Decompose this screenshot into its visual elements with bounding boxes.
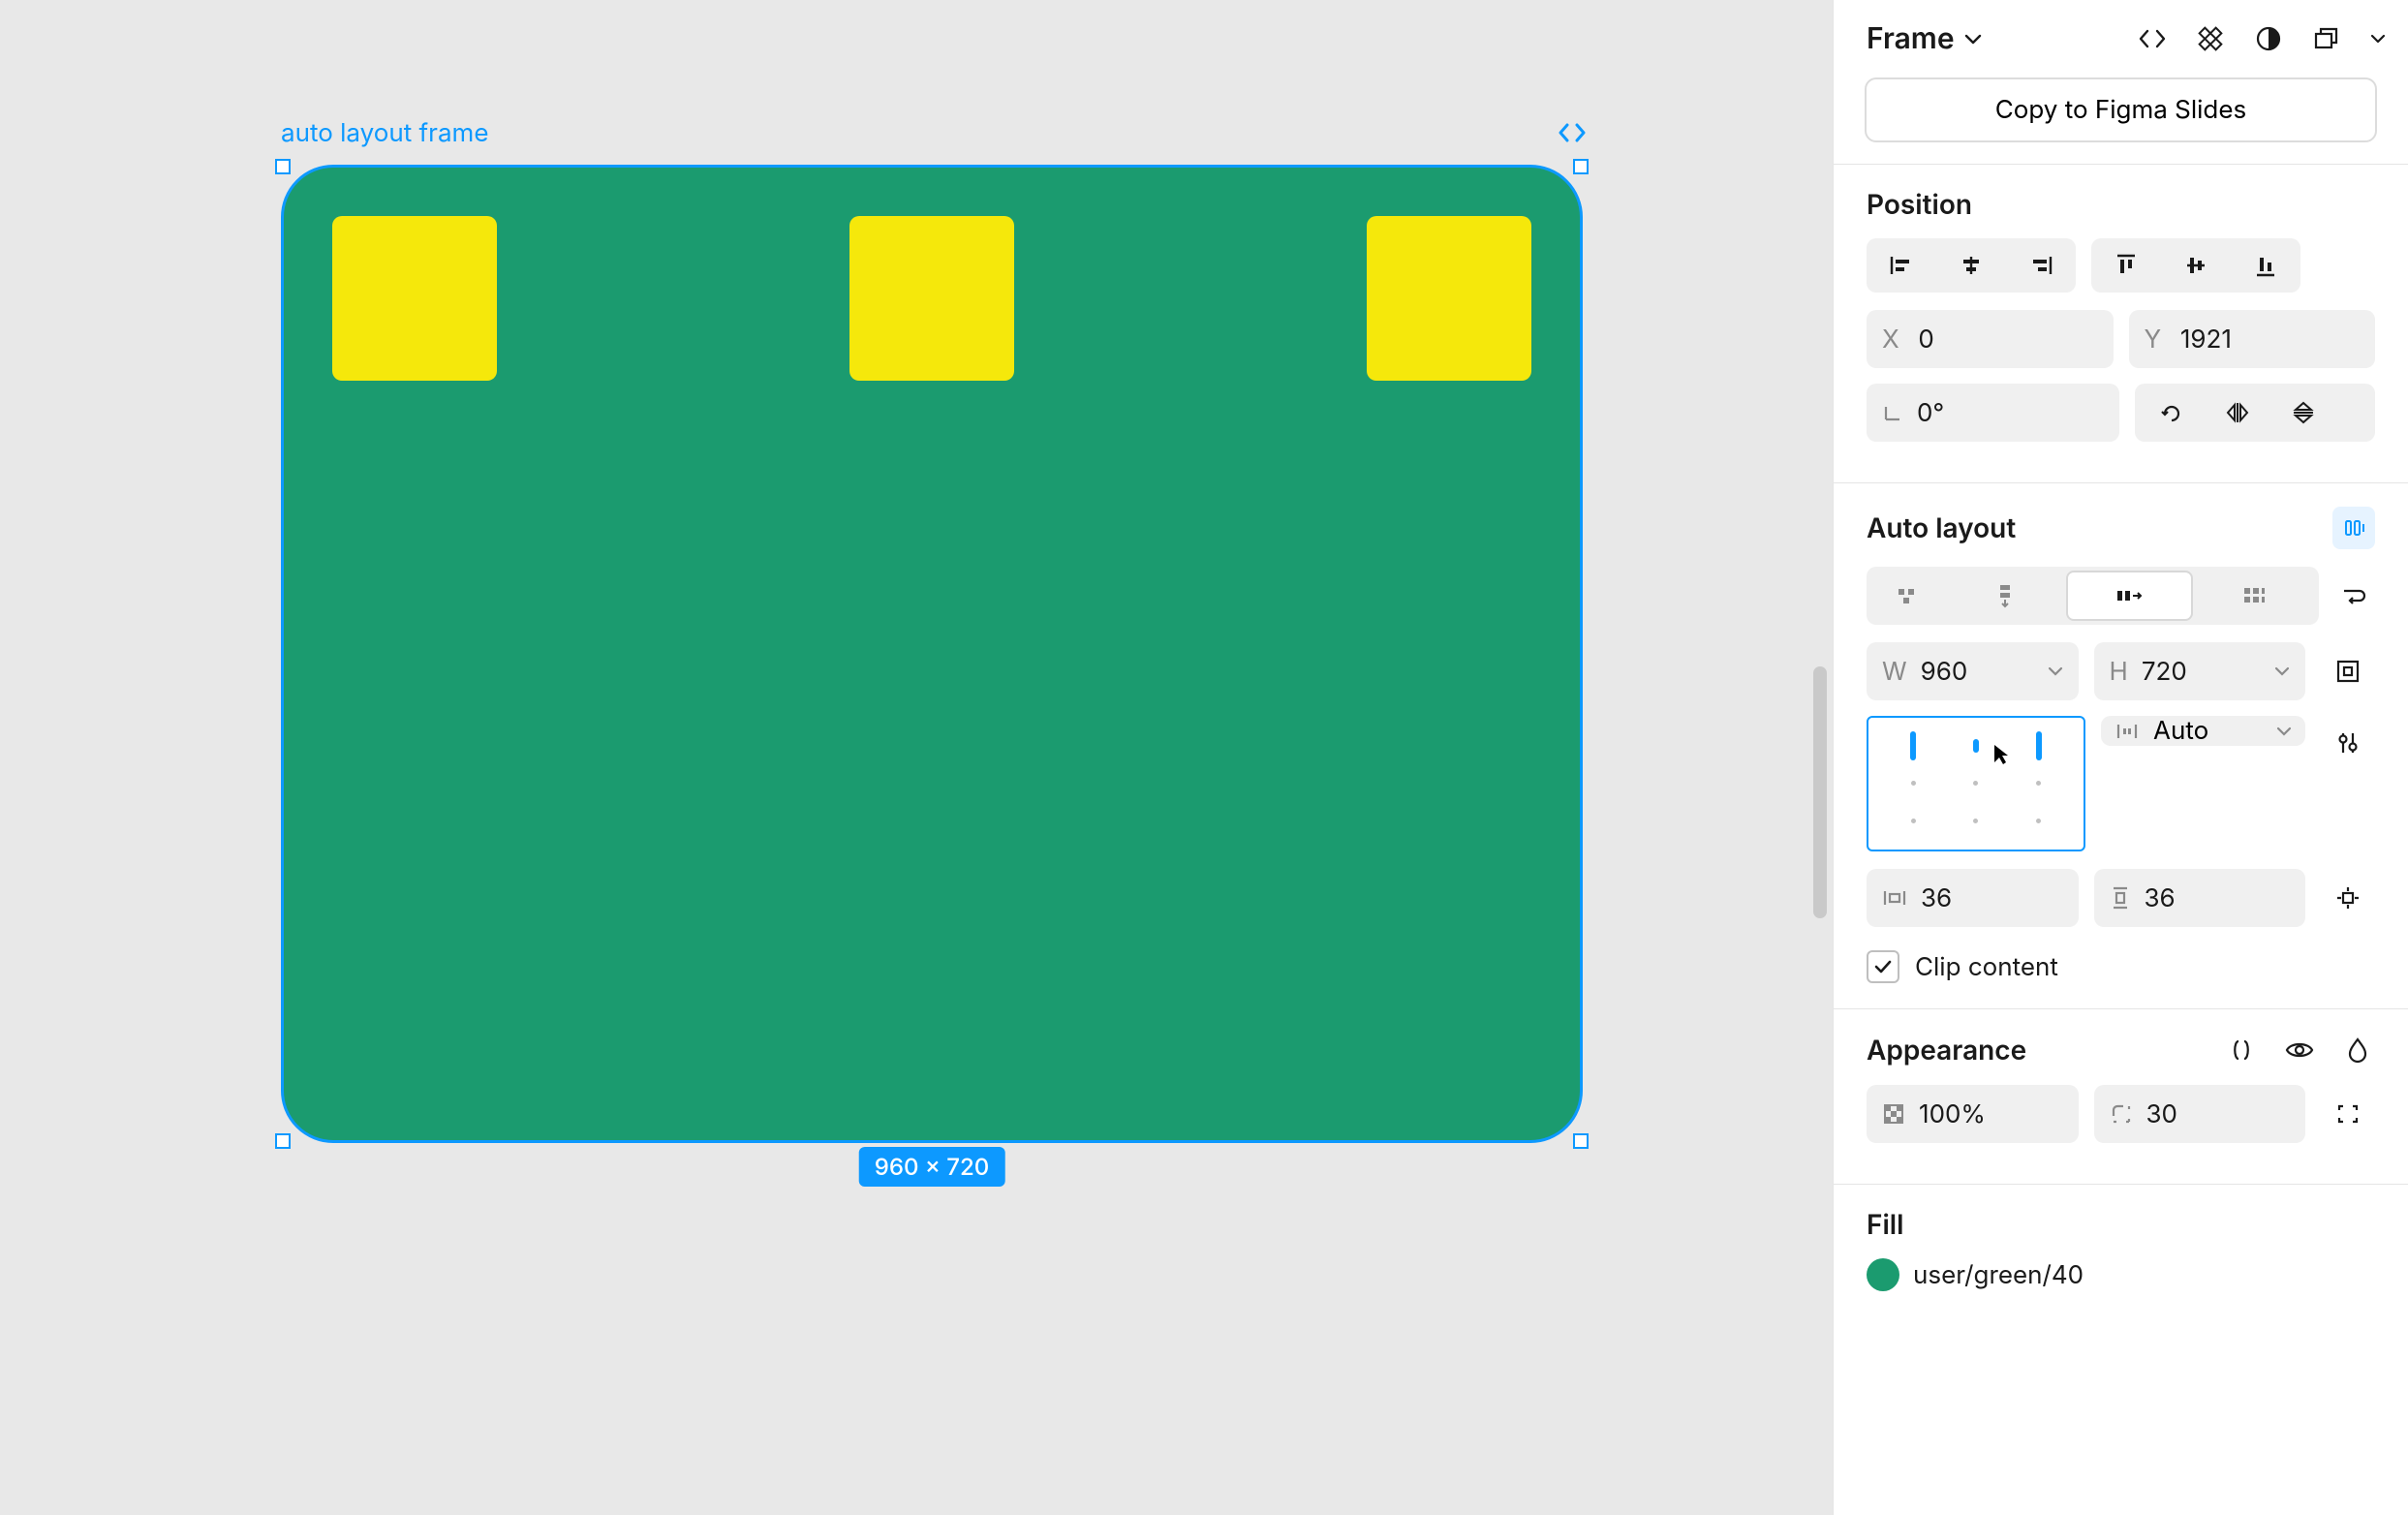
copy-to-figma-slides-button[interactable]: Copy to Figma Slides — [1865, 77, 2377, 142]
direction-horizontal-option[interactable] — [2066, 571, 2192, 621]
individual-corners-button[interactable] — [2321, 1087, 2375, 1141]
width-input[interactable] — [1921, 657, 2034, 687]
resize-handle-bottom-right[interactable] — [1573, 1133, 1589, 1149]
frame-wrapper: auto layout frame 960 × 720 — [281, 165, 1583, 1143]
opacity-icon — [1882, 1102, 1905, 1126]
angle-icon — [1882, 402, 1903, 423]
direction-vertical-option[interactable] — [1944, 571, 2066, 621]
rotation-input[interactable] — [1917, 398, 2104, 428]
align-hcenter-button[interactable] — [1936, 238, 2006, 293]
frame-label[interactable]: auto layout frame — [281, 118, 488, 148]
rotation-field[interactable] — [1867, 384, 2119, 442]
resize-handle-bottom-left[interactable] — [275, 1133, 291, 1149]
chevron-down-icon — [1964, 33, 1982, 45]
vertical-padding-input[interactable] — [2145, 883, 2291, 913]
alignment-grid[interactable] — [1867, 716, 2085, 851]
auto-layout-title: Auto layout — [1867, 511, 2016, 544]
individual-padding-button[interactable] — [2321, 871, 2375, 925]
direction-wrap-option[interactable] — [2193, 571, 2315, 621]
fill-color-row[interactable]: user/green/40 — [1867, 1258, 2375, 1291]
panel-header: Frame — [1834, 0, 2408, 77]
component-icon[interactable] — [2193, 21, 2228, 56]
position-title: Position — [1867, 188, 2375, 221]
clip-content-row[interactable]: Clip content — [1867, 944, 2375, 983]
layout-direction-segmented — [1867, 567, 2319, 625]
chevron-down-icon[interactable] — [2276, 726, 2292, 737]
child-rect-3[interactable] — [1367, 216, 1531, 381]
x-field[interactable]: X — [1867, 310, 2114, 368]
resize-handle-top-left[interactable] — [275, 159, 291, 174]
dev-mode-code-icon[interactable] — [1558, 122, 1587, 143]
corner-radius-icon — [2110, 1102, 2133, 1126]
height-field[interactable]: H — [2094, 642, 2306, 700]
flip-horizontal-button[interactable] — [2210, 386, 2265, 440]
align-vertical-group — [2091, 238, 2300, 293]
flip-vertical-button[interactable] — [2276, 386, 2331, 440]
align-vcenter-button[interactable] — [2161, 238, 2231, 293]
corner-radius-field[interactable] — [2094, 1085, 2306, 1143]
padding-horizontal-icon — [1882, 887, 1907, 909]
canvas-vertical-scrollbar[interactable] — [1813, 666, 1827, 918]
align-top-button[interactable] — [2091, 238, 2161, 293]
contrast-icon[interactable] — [2251, 21, 2286, 56]
variable-icon[interactable] — [2224, 1033, 2259, 1067]
cursor-icon — [1992, 743, 2010, 766]
x-label: X — [1882, 325, 1904, 355]
chevron-down-icon[interactable] — [2367, 21, 2389, 56]
position-section: Position — [1834, 165, 2408, 483]
y-label: Y — [2145, 325, 2167, 355]
fill-section: Fill user/green/40 — [1834, 1185, 2408, 1297]
frame-type-dropdown[interactable]: Frame — [1867, 21, 1982, 56]
x-input[interactable] — [1918, 325, 2097, 355]
auto-layout-section: Auto layout — [1834, 483, 2408, 1009]
corner-radius-input[interactable] — [2146, 1099, 2291, 1129]
y-field[interactable]: Y — [2129, 310, 2376, 368]
direction-none-option[interactable] — [1870, 571, 1944, 621]
canvas-area[interactable]: auto layout frame 960 × 720 — [0, 0, 1833, 1515]
selected-frame[interactable]: 960 × 720 — [281, 165, 1583, 1143]
opacity-field[interactable] — [1867, 1085, 2079, 1143]
child-rect-2[interactable] — [849, 216, 1014, 381]
padding-vertical-icon — [2110, 885, 2131, 911]
dimensions-badge: 960 × 720 — [859, 1147, 1005, 1187]
align-left-button[interactable] — [1867, 238, 1936, 293]
horizontal-padding-input[interactable] — [1921, 883, 2063, 913]
frame-type-label: Frame — [1867, 21, 1955, 56]
blend-icon[interactable] — [2340, 1033, 2375, 1067]
fill-swatch[interactable] — [1867, 1258, 1899, 1291]
appearance-title: Appearance — [1867, 1034, 2026, 1067]
auto-layout-toggle[interactable] — [2332, 507, 2375, 549]
vertical-padding-field[interactable] — [2094, 869, 2306, 927]
height-input[interactable] — [2142, 657, 2261, 687]
appearance-section: Appearance — [1834, 1009, 2408, 1185]
gap-icon — [2115, 721, 2140, 742]
clip-content-label: Clip content — [1915, 952, 2058, 982]
w-label: W — [1882, 657, 1907, 687]
fill-color-name: user/green/40 — [1913, 1260, 2084, 1290]
code-icon[interactable] — [2135, 21, 2170, 56]
resize-to-fit-button[interactable] — [2321, 644, 2375, 698]
align-horizontal-group — [1867, 238, 2076, 293]
child-rect-1[interactable] — [332, 216, 497, 381]
stack-icon[interactable] — [2309, 21, 2344, 56]
align-right-button[interactable] — [2006, 238, 2076, 293]
clip-content-checkbox[interactable] — [1867, 950, 1899, 983]
gap-input[interactable] — [2153, 716, 2263, 746]
auto-layout-advanced-button[interactable] — [2321, 716, 2375, 770]
chevron-down-icon[interactable] — [2048, 665, 2063, 677]
y-input[interactable] — [2180, 325, 2360, 355]
gap-field[interactable] — [2101, 716, 2305, 746]
horizontal-padding-field[interactable] — [1867, 869, 2079, 927]
opacity-input[interactable] — [1919, 1099, 2063, 1129]
layout-wrap-button[interactable] — [2332, 574, 2375, 617]
fill-title: Fill — [1867, 1208, 2375, 1241]
chevron-down-icon[interactable] — [2274, 665, 2290, 677]
properties-panel: Frame Copy to Figma Slides — [1833, 0, 2408, 1515]
resize-handle-top-right[interactable] — [1573, 159, 1589, 174]
rotate-90-button[interactable] — [2145, 386, 2199, 440]
align-bottom-button[interactable] — [2231, 238, 2300, 293]
h-label: H — [2110, 657, 2128, 687]
eye-icon[interactable] — [2282, 1033, 2317, 1067]
width-field[interactable]: W — [1867, 642, 2079, 700]
